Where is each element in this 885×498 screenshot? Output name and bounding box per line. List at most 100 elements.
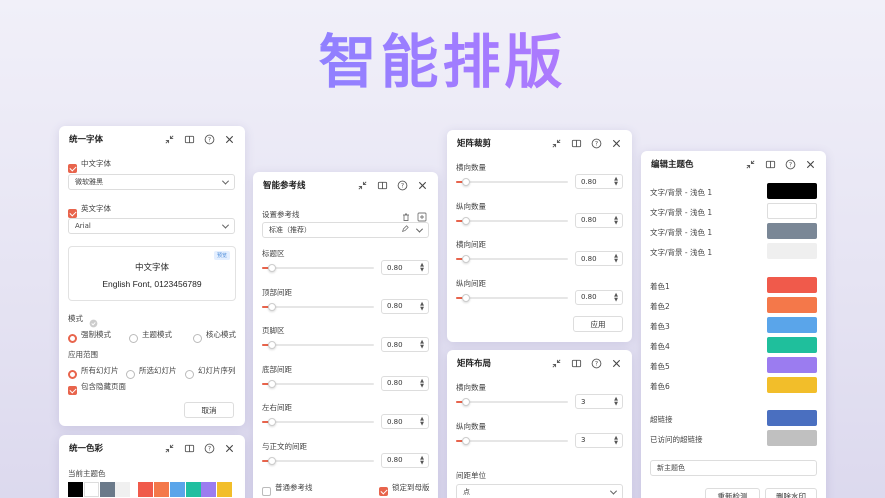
dock-icon[interactable] xyxy=(765,159,776,170)
slider-track[interactable] xyxy=(262,418,374,426)
stepper-icon[interactable]: ▲ ▼ xyxy=(614,177,618,187)
slider-handle[interactable] xyxy=(462,293,470,302)
slider-handle[interactable] xyxy=(462,216,470,225)
number-input[interactable]: 0.80 ▲ ▼ xyxy=(381,414,429,429)
stepper-icon[interactable]: ▲ ▼ xyxy=(420,455,424,466)
theme-color-swatch[interactable] xyxy=(201,482,217,497)
color-swatch[interactable] xyxy=(767,203,817,219)
slider-track[interactable] xyxy=(262,264,374,272)
collapse-icon[interactable] xyxy=(551,358,562,369)
delete-watermark-button[interactable]: 删除水印 xyxy=(765,488,817,498)
color-swatch[interactable] xyxy=(767,410,817,426)
theme-color-swatch[interactable] xyxy=(217,482,233,497)
slider-track[interactable] xyxy=(262,341,374,349)
collapse-icon[interactable] xyxy=(164,134,175,145)
stepper-icon[interactable]: ▲ ▼ xyxy=(420,340,424,350)
theme-color-swatch[interactable] xyxy=(169,482,185,497)
color-swatch[interactable] xyxy=(767,377,817,393)
mode-core-radio[interactable] xyxy=(193,328,202,347)
slider-track[interactable] xyxy=(456,398,568,406)
guides-preset-select[interactable]: 标准（推荐） xyxy=(262,222,429,238)
hidden-pages-checkbox[interactable] xyxy=(68,380,77,399)
theme-color-swatch[interactable] xyxy=(115,482,131,497)
dock-icon[interactable] xyxy=(184,443,195,454)
scope-selected-radio[interactable] xyxy=(126,364,135,383)
theme-color-swatch[interactable] xyxy=(68,482,83,497)
theme-color-swatch[interactable] xyxy=(185,482,201,497)
close-icon[interactable] xyxy=(805,159,816,170)
stepper-icon[interactable]: ▲ ▼ xyxy=(420,378,424,389)
scope-sequence-radio[interactable] xyxy=(185,364,194,383)
stepper-icon[interactable]: ▲ ▼ xyxy=(614,254,618,264)
close-icon[interactable] xyxy=(611,138,622,149)
close-icon[interactable] xyxy=(611,358,622,369)
slider-track[interactable] xyxy=(262,379,374,388)
dock-icon[interactable] xyxy=(377,180,388,191)
slider-handle[interactable] xyxy=(462,436,470,445)
color-swatch[interactable] xyxy=(767,357,817,373)
reset-button[interactable]: 重新检测 xyxy=(705,488,760,498)
en-font-select[interactable]: Arial xyxy=(68,218,235,234)
normal-guides-checkbox[interactable] xyxy=(262,481,271,498)
slider-handle[interactable] xyxy=(268,264,276,272)
help-icon[interactable]: ? xyxy=(591,358,602,369)
color-swatch[interactable] xyxy=(767,337,817,353)
theme-color-swatch[interactable] xyxy=(83,482,99,497)
number-input[interactable]: 0.80 ▲ ▼ xyxy=(575,289,623,305)
slider-handle[interactable] xyxy=(462,255,470,263)
help-icon[interactable]: ? xyxy=(591,138,602,149)
collapse-icon[interactable] xyxy=(745,159,756,170)
number-input[interactable]: 0.80 ▲ ▼ xyxy=(381,375,429,391)
close-icon[interactable] xyxy=(224,134,235,145)
number-input[interactable]: 0.80 ▲ ▼ xyxy=(575,251,623,266)
dock-icon[interactable] xyxy=(184,134,195,145)
help-icon[interactable]: ? xyxy=(397,180,408,191)
number-input[interactable]: 0.80 ▲ ▼ xyxy=(575,174,623,189)
dock-icon[interactable] xyxy=(571,138,582,149)
color-swatch[interactable] xyxy=(767,223,817,239)
color-swatch[interactable] xyxy=(767,317,817,333)
help-icon[interactable]: ? xyxy=(204,443,215,454)
help-icon[interactable]: ? xyxy=(785,159,796,170)
slider-handle[interactable] xyxy=(462,178,470,186)
stepper-icon[interactable]: ▲ ▼ xyxy=(614,397,618,407)
number-input[interactable]: 3 ▲ ▼ xyxy=(575,432,623,448)
number-input[interactable]: 0.80 ▲ ▼ xyxy=(381,260,429,275)
dock-icon[interactable] xyxy=(571,358,582,369)
slider-track[interactable] xyxy=(456,216,568,225)
help-icon[interactable]: ? xyxy=(204,134,215,145)
slider-handle[interactable] xyxy=(268,456,276,465)
slider-handle[interactable] xyxy=(268,302,276,311)
number-input[interactable]: 0.80 ▲ ▼ xyxy=(381,452,429,468)
unit-select[interactable]: 点 xyxy=(456,484,623,498)
color-swatch[interactable] xyxy=(767,430,817,446)
slider-track[interactable] xyxy=(262,302,374,311)
collapse-icon[interactable] xyxy=(357,180,368,191)
close-icon[interactable] xyxy=(417,180,428,191)
slider-track[interactable] xyxy=(456,178,568,186)
number-input[interactable]: 0.80 ▲ ▼ xyxy=(381,298,429,314)
cancel-button[interactable]: 取消 xyxy=(184,402,234,418)
cn-font-select[interactable]: 微软雅黑 xyxy=(68,174,235,190)
theme-color-swatch[interactable] xyxy=(154,482,169,497)
color-swatch[interactable] xyxy=(767,297,817,313)
new-theme-input[interactable]: 新主题色 xyxy=(650,460,817,476)
color-swatch[interactable] xyxy=(767,243,817,259)
slider-handle[interactable] xyxy=(268,379,276,388)
lock-master-checkbox[interactable] xyxy=(379,481,388,498)
edit-icon[interactable] xyxy=(401,225,409,235)
number-input[interactable]: 0.80 ▲ ▼ xyxy=(575,212,623,228)
stepper-icon[interactable]: ▲ ▼ xyxy=(614,292,618,303)
mode-theme-radio[interactable] xyxy=(129,328,138,347)
number-input[interactable]: 3 ▲ ▼ xyxy=(575,394,623,409)
theme-color-swatch[interactable] xyxy=(138,482,154,497)
collapse-icon[interactable] xyxy=(164,443,175,454)
slider-track[interactable] xyxy=(456,255,568,263)
slider-track[interactable] xyxy=(456,436,568,445)
stepper-icon[interactable]: ▲ ▼ xyxy=(420,417,424,427)
stepper-icon[interactable]: ▲ ▼ xyxy=(420,263,424,273)
theme-color-swatch[interactable] xyxy=(99,482,115,497)
color-swatch[interactable] xyxy=(767,277,817,293)
slider-handle[interactable] xyxy=(268,341,276,349)
stepper-icon[interactable]: ▲ ▼ xyxy=(420,301,424,312)
